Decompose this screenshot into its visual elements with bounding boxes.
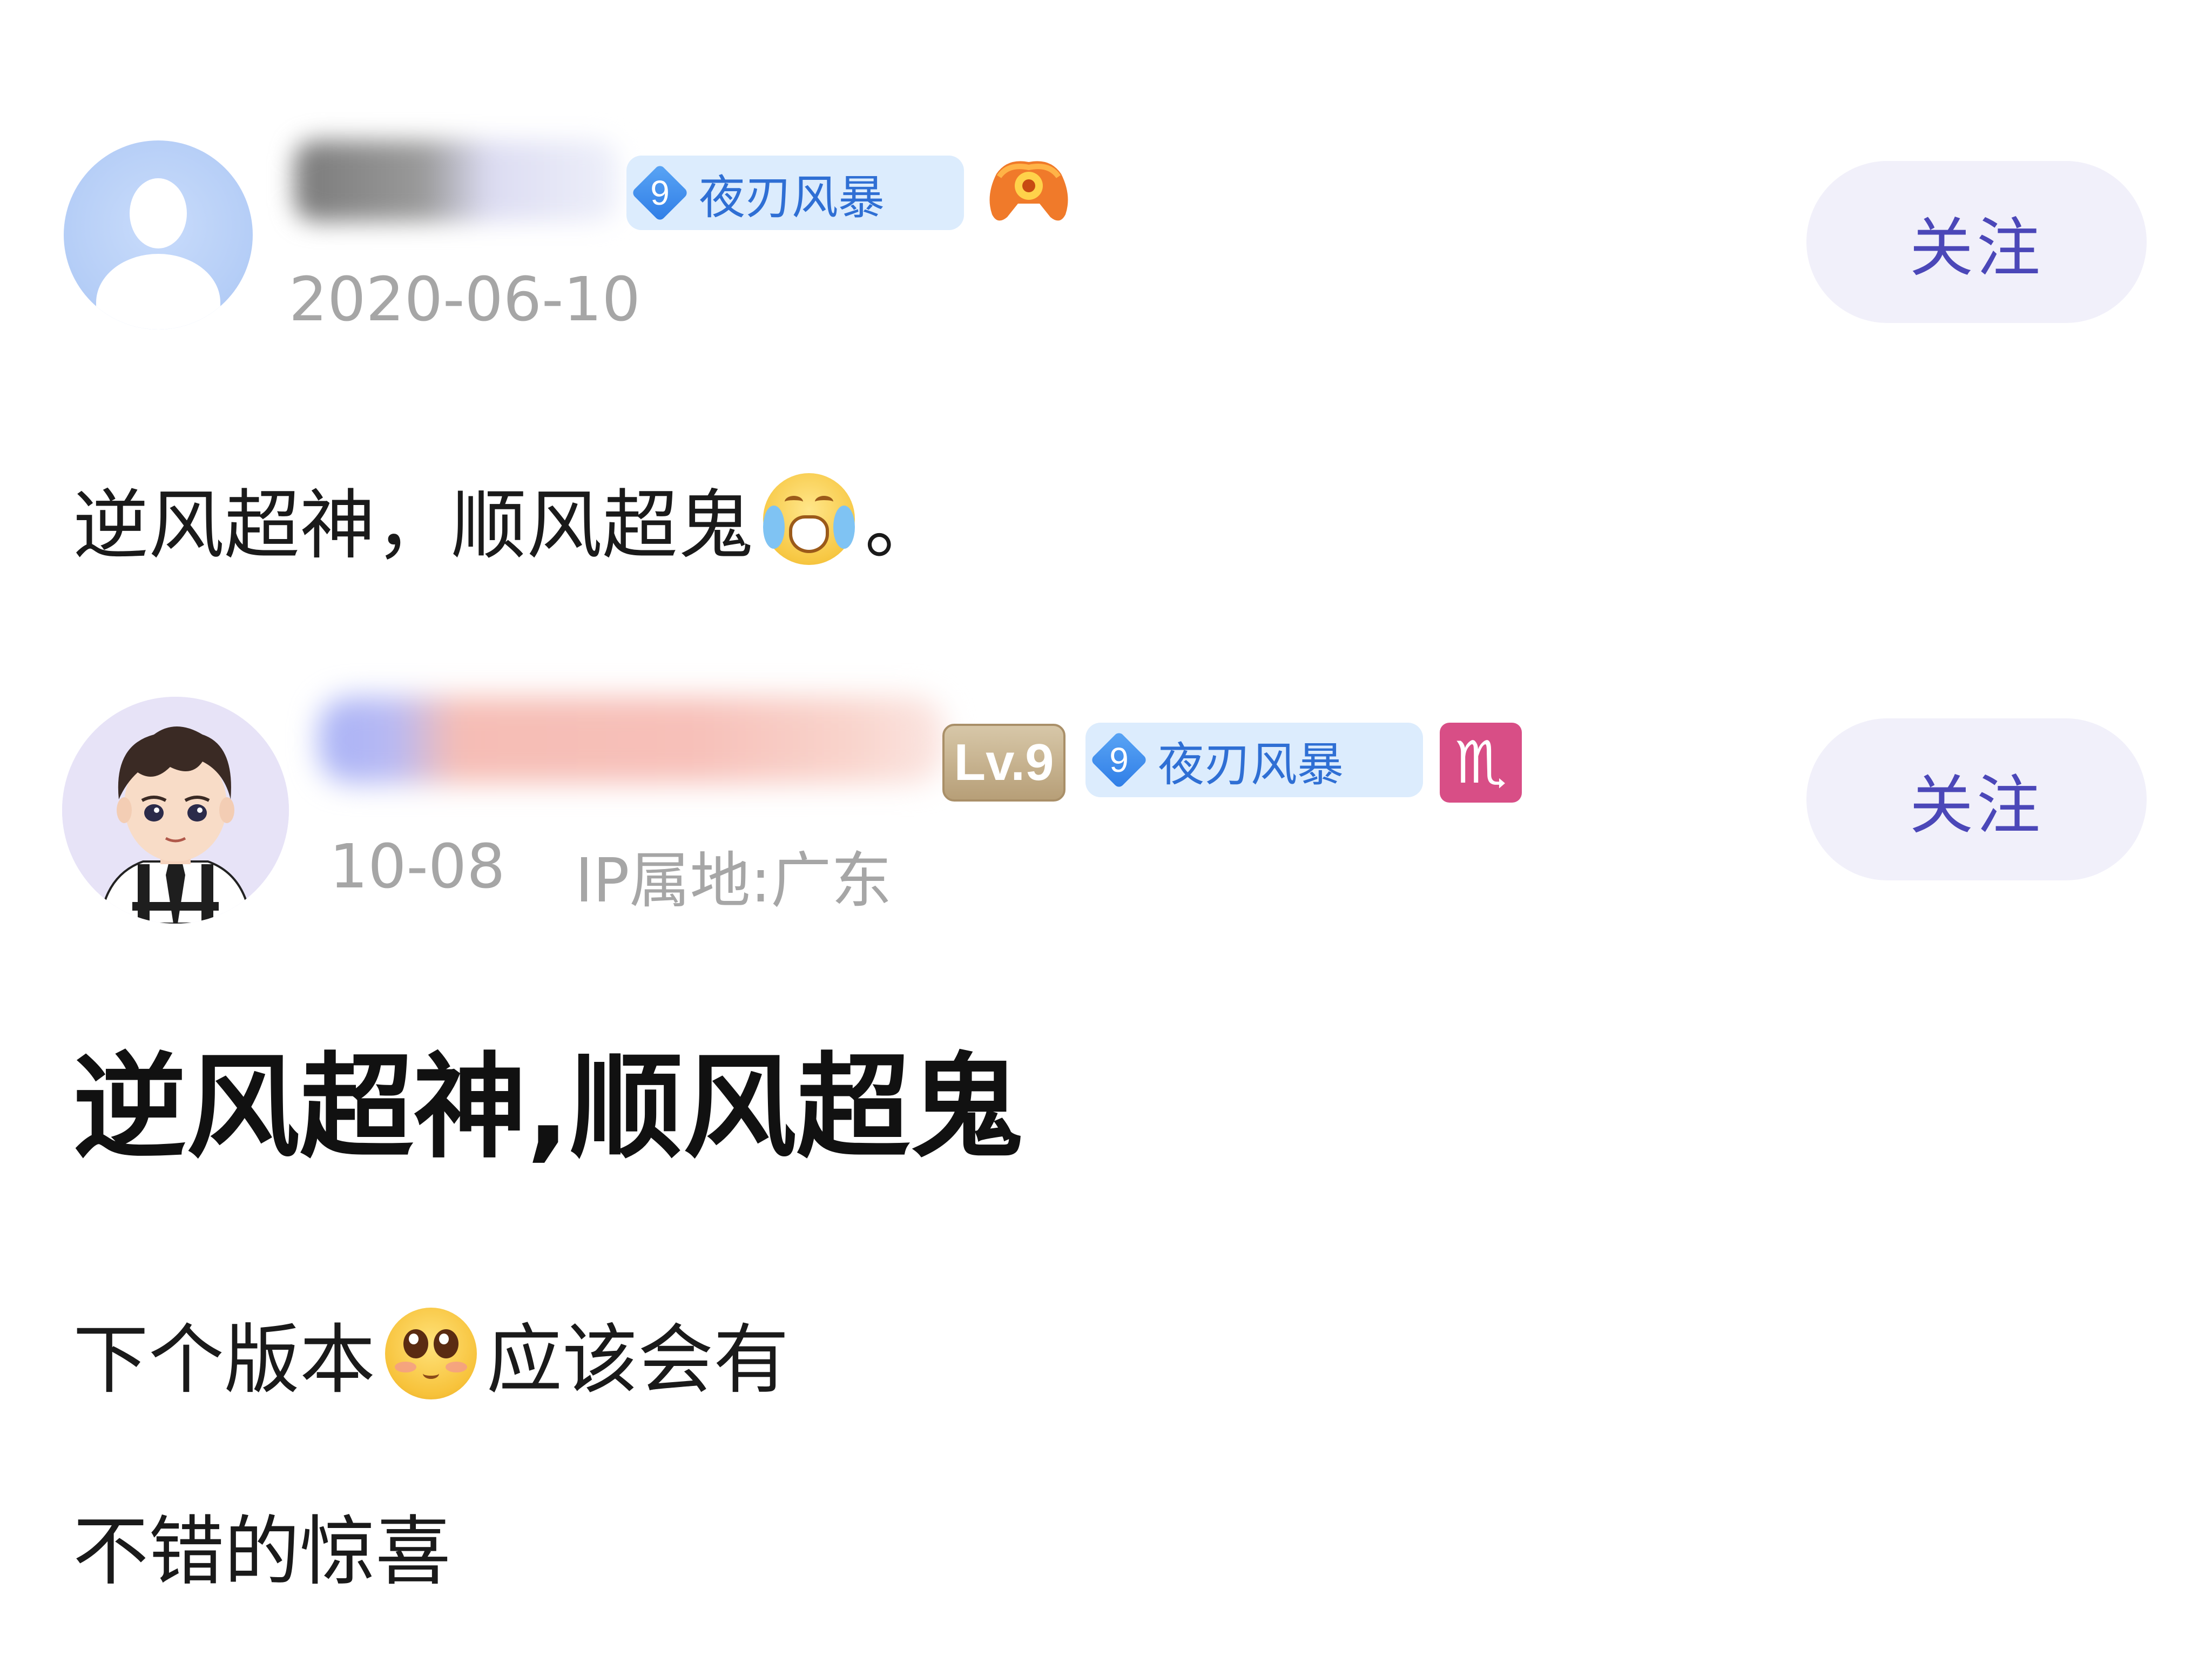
username-blurred[interactable] bbox=[294, 140, 618, 221]
rank-badge: 9 夜刃风暴 bbox=[626, 156, 964, 230]
rank-badge-label: 夜刃风暴 bbox=[699, 170, 885, 225]
post-date: 10-08 bbox=[329, 832, 505, 902]
rank-badge-label: 夜刃风暴 bbox=[1158, 737, 1344, 792]
follow-button[interactable]: 关注 bbox=[1806, 718, 2147, 880]
post-title: 逆风超神,顺风超鬼 bbox=[73, 1041, 1023, 1174]
post-date: 2020-06-10 bbox=[289, 265, 640, 335]
level-badge: Lv.9 bbox=[942, 724, 1065, 802]
post-line-2: 不错的惊喜 bbox=[73, 1508, 451, 1596]
follow-button[interactable]: 关注 bbox=[1806, 161, 2147, 323]
scorpio-zodiac-icon: ♏ bbox=[1440, 723, 1522, 803]
post-line-1-part2: 应该会有 bbox=[487, 1316, 790, 1404]
user-avatar-default[interactable] bbox=[64, 140, 253, 329]
rank-badge: 9 夜刃风暴 bbox=[1085, 723, 1423, 797]
rank-diamond-icon: 9 bbox=[1090, 731, 1148, 789]
comment-text-part1: 逆风超神，顺风超鬼 bbox=[73, 482, 754, 570]
gamepad-icon bbox=[989, 161, 1068, 221]
avatar-shoulders-silhouette bbox=[96, 254, 220, 329]
username-blurred[interactable] bbox=[319, 697, 945, 783]
post-line-1-part1: 下个版本 bbox=[73, 1316, 376, 1404]
avatar-head-silhouette bbox=[130, 178, 187, 248]
ip-location: IP属地:广东 bbox=[575, 846, 892, 916]
crying-face-emoji-icon bbox=[763, 473, 855, 565]
pleading-face-emoji-icon bbox=[385, 1308, 477, 1399]
user-avatar-cartoon[interactable] bbox=[62, 697, 289, 924]
rank-diamond-icon: 9 bbox=[631, 164, 689, 222]
cartoon-boy-avatar-icon bbox=[62, 697, 289, 924]
comment-text-part2: 。 bbox=[865, 482, 941, 570]
comment-body: 逆风超神，顺风超鬼 。 bbox=[73, 465, 940, 574]
post-line-1: 下个版本 应该会有 bbox=[73, 1299, 789, 1408]
